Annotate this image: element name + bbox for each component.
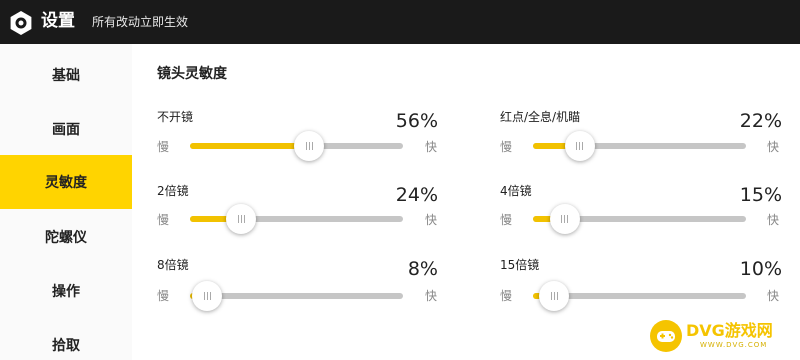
sidebar-item-label: 画面 — [52, 122, 80, 138]
slider-knob[interactable] — [549, 204, 580, 234]
slider-label: 4倍镜 — [500, 184, 532, 198]
sidebar-item-label: 陀螺仪 — [45, 230, 87, 246]
slow-label: 慢 — [157, 140, 170, 154]
sidebar-item-graphics[interactable]: 画面 — [0, 102, 132, 156]
sidebar-item-sensitivity[interactable]: 灵敏度 — [0, 155, 132, 209]
slider-track[interactable] — [190, 204, 403, 234]
slider-value: 24% — [395, 184, 438, 206]
slider-track[interactable] — [190, 281, 403, 311]
page-subtitle: 所有改动立即生效 — [92, 15, 189, 29]
watermark-url: WWW.DVG.COM — [700, 341, 768, 349]
slider-value: 15% — [739, 184, 782, 206]
slider-track[interactable] — [533, 204, 746, 234]
page-title: 设置 — [41, 11, 75, 31]
slow-label: 慢 — [157, 289, 170, 303]
fast-label: 快 — [425, 289, 438, 303]
slider-value: 56% — [395, 110, 438, 132]
fast-label: 快 — [425, 213, 438, 227]
sidebar-item-label: 操作 — [52, 284, 80, 300]
gamepad-logo-icon — [650, 320, 682, 352]
slow-label: 慢 — [500, 140, 513, 154]
slider-track[interactable] — [190, 131, 403, 161]
settings-gear-icon[interactable] — [8, 10, 34, 36]
slider-label: 不开镜 — [157, 110, 194, 124]
fast-label: 快 — [767, 289, 780, 303]
slider-value: 8% — [407, 258, 438, 280]
slider-value: 10% — [739, 258, 782, 280]
slider-value: 22% — [739, 110, 782, 132]
sidebar: 基础 画面 灵敏度 陀螺仪 操作 拾取 — [0, 44, 132, 360]
sidebar-item-basic[interactable]: 基础 — [0, 48, 132, 102]
top-bar: 设置 所有改动立即生效 — [0, 0, 800, 44]
sidebar-item-label: 基础 — [52, 68, 80, 84]
sidebar-item-label: 灵敏度 — [45, 175, 87, 191]
slider-label: 红点/全息/机瞄 — [500, 110, 581, 124]
slider-knob[interactable] — [226, 204, 257, 234]
sidebar-item-pickup[interactable]: 拾取 — [0, 318, 132, 360]
slider-fill — [190, 143, 310, 149]
sidebar-item-label: 拾取 — [52, 338, 80, 354]
slider-knob[interactable] — [564, 131, 595, 161]
settings-panel — [132, 44, 800, 360]
sidebar-item-gyroscope[interactable]: 陀螺仪 — [0, 210, 132, 264]
slow-label: 慢 — [500, 213, 513, 227]
fast-label: 快 — [767, 140, 780, 154]
slow-label: 慢 — [500, 289, 513, 303]
slider-label: 8倍镜 — [157, 258, 189, 272]
slow-label: 慢 — [157, 213, 170, 227]
watermark-text: DVG游戏网 — [686, 321, 773, 340]
fast-label: 快 — [767, 213, 780, 227]
fast-label: 快 — [425, 140, 438, 154]
section-title: 镜头灵敏度 — [157, 66, 227, 82]
slider-track[interactable] — [533, 131, 746, 161]
slider-knob[interactable] — [192, 281, 223, 311]
sidebar-item-controls[interactable]: 操作 — [0, 264, 132, 318]
watermark: DVG游戏网 WWW.DVG.COM — [648, 318, 796, 354]
slider-label: 15倍镜 — [500, 258, 540, 272]
slider-track[interactable] — [533, 281, 746, 311]
slider-label: 2倍镜 — [157, 184, 189, 198]
